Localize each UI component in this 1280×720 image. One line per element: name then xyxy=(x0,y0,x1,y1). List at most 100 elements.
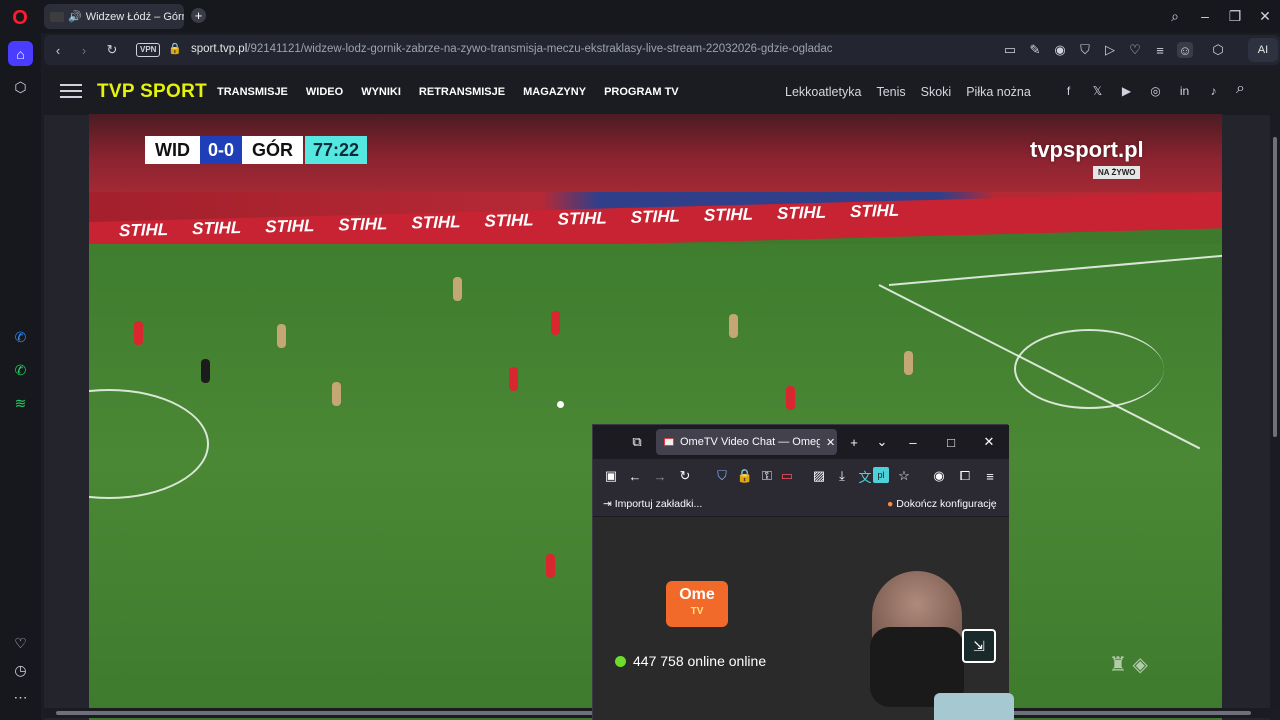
aria-ai-button[interactable]: AI xyxy=(1248,38,1278,62)
speaker-icon[interactable]: 🔊 xyxy=(68,10,82,23)
home-team: WID xyxy=(145,136,200,164)
nav-retransmisje[interactable]: RETRANSMISJE xyxy=(419,86,505,98)
player xyxy=(546,554,555,578)
cat-lekkoatletyka[interactable]: Lekkoatletyka xyxy=(785,85,861,99)
new-tab-icon[interactable]: + xyxy=(846,434,862,450)
menu-icon[interactable]: ≡ xyxy=(982,468,998,484)
match-clock: 77:22 xyxy=(305,136,368,164)
more-icon[interactable]: ⋯ xyxy=(8,685,33,710)
messenger-icon[interactable]: ✆ xyxy=(8,325,33,350)
snapshot-icon[interactable]: ◉ xyxy=(1052,42,1068,58)
social-links: f 𝕏 ▶ ◎ in ♪ xyxy=(1061,84,1221,98)
maximize-icon[interactable]: □ xyxy=(943,434,959,450)
tracking-shield-icon[interactable]: ⛉ xyxy=(714,468,730,484)
profile-icon[interactable]: ☺ xyxy=(1177,42,1193,58)
extensions-icon[interactable]: ⬡ xyxy=(1210,42,1226,58)
close-window-button[interactable]: ✕ xyxy=(1254,5,1276,27)
nav-wyniki[interactable]: WYNIKI xyxy=(361,86,401,98)
minimize-icon[interactable]: – xyxy=(905,434,921,450)
permissions-icon[interactable]: ⚿ xyxy=(759,468,775,484)
extensions-icon[interactable]: ⧠ xyxy=(957,468,973,484)
back-icon[interactable]: ‹ xyxy=(50,42,66,58)
tvp-sport-logo[interactable]: TVP SPORT xyxy=(97,81,207,103)
ad-text: STIHL xyxy=(557,208,607,229)
phone xyxy=(934,693,1014,720)
edit-icon[interactable]: ✎ xyxy=(1027,42,1043,58)
facebook-icon[interactable]: f xyxy=(1061,84,1076,98)
firefox-toolbar: ▣ ← → ↻ ⛉ 🔒 ⚿ ▭ ▨ ⤓ 文 pl ☆ ◉ ⧠ ≡ xyxy=(593,459,1009,493)
browser-tab-active[interactable]: 🔊 Widzew Łódź – Górnik xyxy=(44,4,184,29)
tab-groups-icon[interactable]: ⧉ xyxy=(629,434,645,450)
firefox-logo-icon: ● xyxy=(887,498,894,510)
bookmark-star-icon[interactable]: ☆ xyxy=(896,468,912,484)
translate-icon[interactable]: 文 xyxy=(857,468,873,485)
x-icon[interactable]: 𝕏 xyxy=(1090,84,1105,98)
easy-setup-icon[interactable]: ≡ xyxy=(1152,42,1168,58)
translate-language-badge[interactable]: pl xyxy=(873,467,889,483)
nav-wideo[interactable]: WIDEO xyxy=(306,86,343,98)
close-tab-icon[interactable]: ✕ xyxy=(826,436,835,449)
import-bookmarks-link[interactable]: ⇥ Importuj zakładki... xyxy=(603,498,702,510)
firefox-tab-title: OmeTV Video Chat — Omegle xyxy=(680,436,820,448)
browser-titlebar: O 🔊 Widzew Łódź – Górnik + ⌕ – ❐ ✕ xyxy=(0,0,1280,33)
search-tabs-icon[interactable]: ⌕ xyxy=(1164,5,1186,27)
back-icon[interactable]: ← xyxy=(627,468,643,484)
picture-in-picture-icon[interactable]: ⇲ xyxy=(962,629,996,663)
finish-setup-link[interactable]: ● Dokończ konfigurację xyxy=(887,498,997,510)
player xyxy=(134,321,143,345)
youtube-icon[interactable]: ▶ xyxy=(1119,84,1134,98)
nav-program-tv[interactable]: PROGRAM TV xyxy=(604,86,679,98)
forward-icon[interactable]: › xyxy=(76,42,92,58)
nav-magazyny[interactable]: MAGAZYNY xyxy=(523,86,586,98)
download-icon[interactable]: ⤓ xyxy=(834,468,850,484)
linkedin-icon[interactable]: in xyxy=(1177,84,1192,98)
pinboard-icon[interactable]: ⬡ xyxy=(8,75,33,100)
favorites-icon[interactable]: ♡ xyxy=(8,631,33,656)
url-field[interactable]: sport.tvp.pl/92141121/widzew-lodz-gornik… xyxy=(191,43,833,55)
away-team: GÓR xyxy=(242,136,304,164)
account-icon[interactable]: ◉ xyxy=(931,468,947,484)
sidebar-toggle-icon[interactable]: ▣ xyxy=(603,468,619,484)
center-circle xyxy=(89,389,209,499)
instagram-icon[interactable]: ◎ xyxy=(1148,84,1163,98)
scrollbar-thumb[interactable] xyxy=(1273,137,1277,437)
main-nav: TRANSMISJE WIDEO WYNIKI RETRANSMISJE MAG… xyxy=(217,86,679,98)
home-icon[interactable]: ⌂ xyxy=(8,41,33,66)
new-tab-button[interactable]: + xyxy=(191,8,206,23)
reload-icon[interactable]: ↻ xyxy=(677,468,693,484)
cat-skoki[interactable]: Skoki xyxy=(921,85,952,99)
reader-mode-icon[interactable]: ▭ xyxy=(1002,42,1018,58)
tab-title: Widzew Łódź – Górnik xyxy=(85,10,184,23)
close-icon[interactable]: ✕ xyxy=(981,434,997,450)
forward-icon[interactable]: → xyxy=(652,468,668,484)
history-icon[interactable]: ◷ xyxy=(8,658,33,683)
adblock-icon[interactable]: ⛉ xyxy=(1077,42,1093,58)
spotify-icon[interactable]: ≋ xyxy=(8,391,33,416)
bookmark-heart-icon[interactable]: ♡ xyxy=(1127,42,1143,58)
picture-icon[interactable]: ▨ xyxy=(811,468,827,484)
menu-icon[interactable] xyxy=(60,84,82,98)
player xyxy=(786,386,795,410)
vertical-scrollbar[interactable] xyxy=(1270,67,1280,708)
tiktok-icon[interactable]: ♪ xyxy=(1206,84,1221,98)
cat-tenis[interactable]: Tenis xyxy=(876,85,905,99)
lock-icon[interactable]: 🔒 xyxy=(168,42,182,55)
list-tabs-icon[interactable]: ⌄ xyxy=(874,434,890,450)
restore-button[interactable]: ❐ xyxy=(1224,5,1246,27)
import-bookmarks-label: Importuj zakładki... xyxy=(614,498,703,510)
firefox-tab-active[interactable]: OmeTV Video Chat — Omegle ✕ xyxy=(656,429,837,455)
ometv-logo-top: Ome xyxy=(679,586,715,603)
nav-transmisje[interactable]: TRANSMISJE xyxy=(217,86,288,98)
cat-pilka-nozna[interactable]: Piłka nożna xyxy=(966,85,1031,99)
reload-icon[interactable]: ↻ xyxy=(104,42,120,58)
player-icon[interactable]: ▷ xyxy=(1102,42,1118,58)
camera-icon[interactable]: ▭ xyxy=(779,468,795,484)
ad-text: STIHL xyxy=(484,210,534,231)
vpn-badge[interactable]: VPN xyxy=(136,43,161,57)
minimize-button[interactable]: – xyxy=(1194,5,1216,27)
search-icon[interactable]: ⌕ xyxy=(1236,80,1245,98)
lock-icon[interactable]: 🔒 xyxy=(737,468,753,484)
opera-logo-icon[interactable]: O xyxy=(8,6,32,30)
whatsapp-icon[interactable]: ✆ xyxy=(8,358,33,383)
match-score: 0-0 xyxy=(200,136,243,164)
